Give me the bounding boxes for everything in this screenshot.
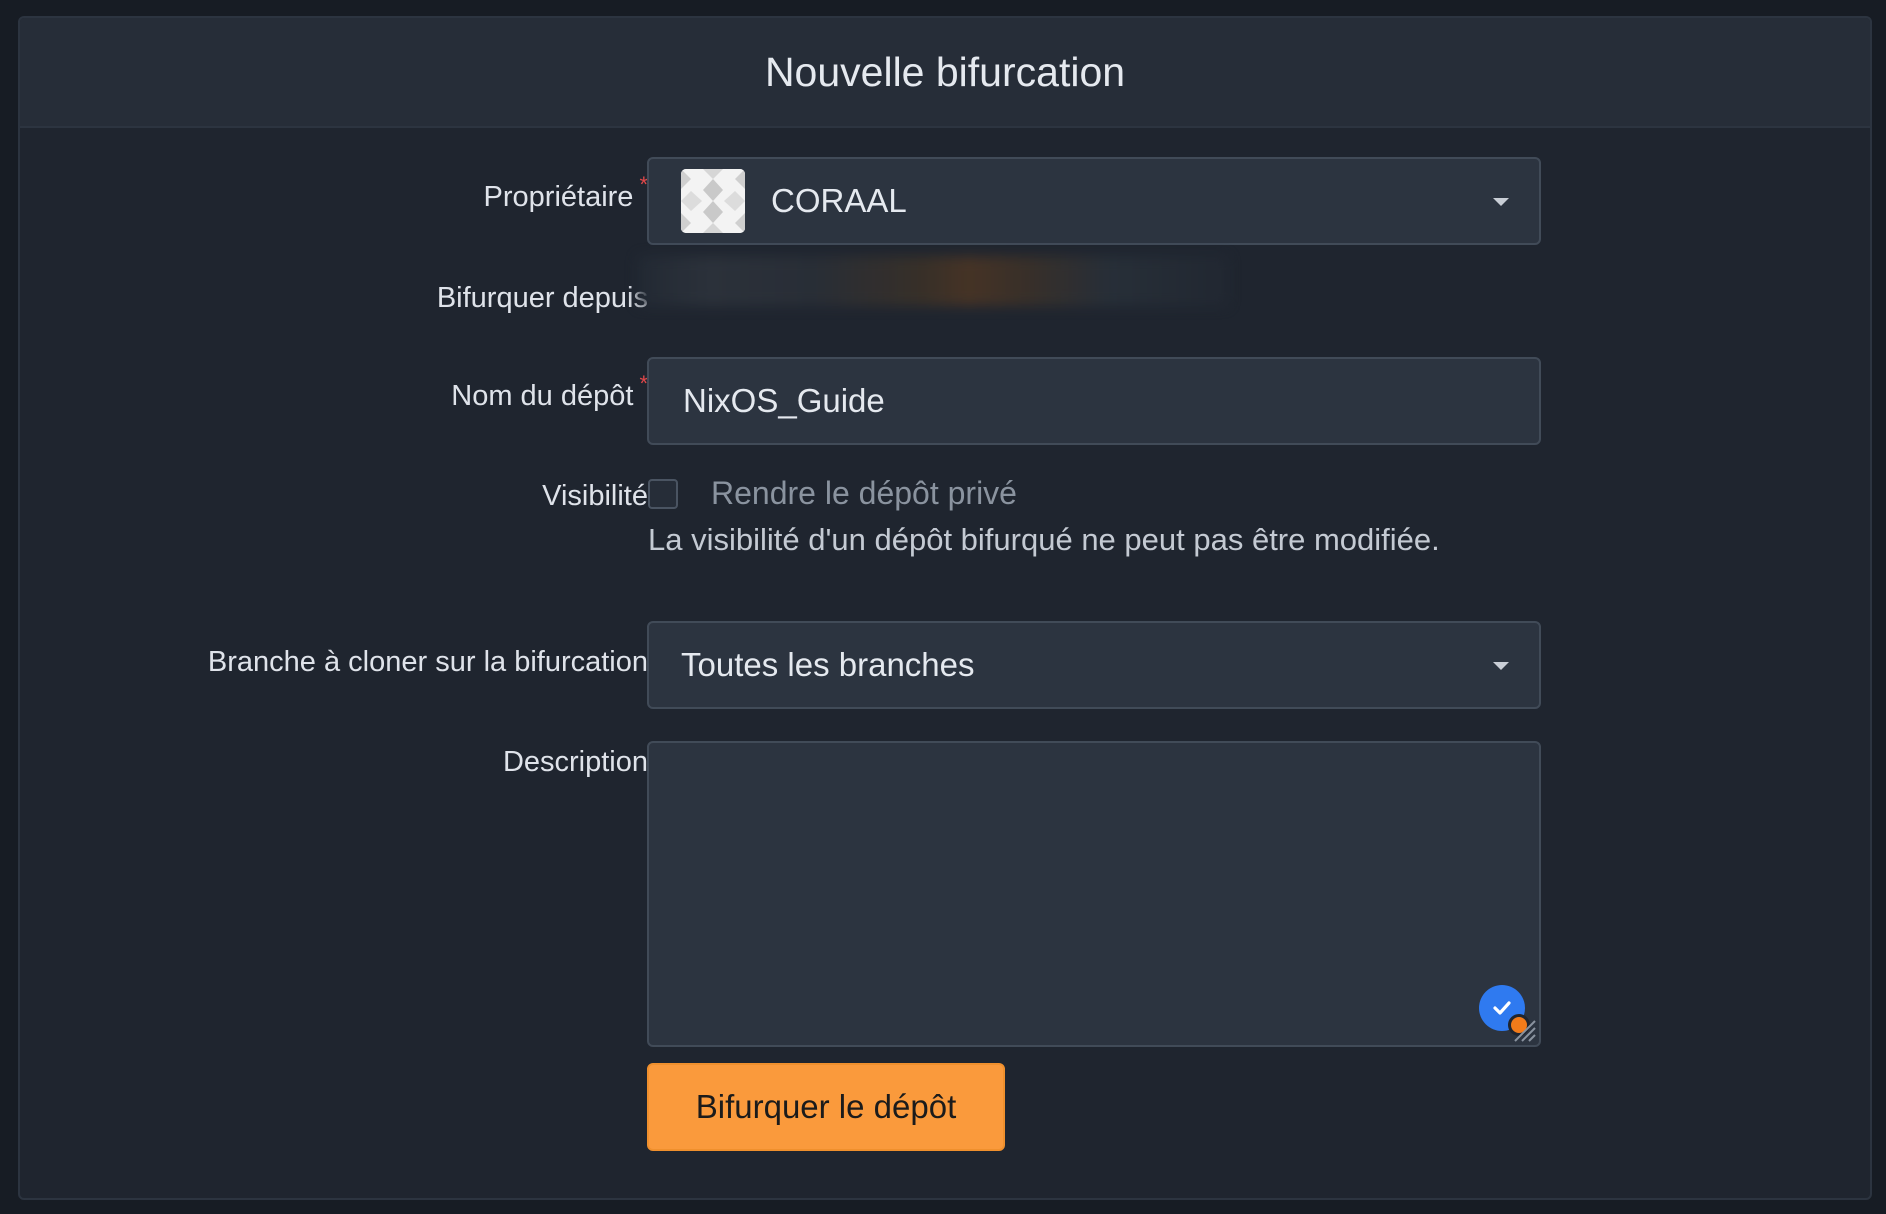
fork-source-redacted (638, 256, 1228, 306)
visibility-label: Visibilité (542, 480, 648, 512)
repo-name-input[interactable] (681, 381, 1505, 421)
branch-select[interactable]: Toutes les branches (647, 621, 1541, 709)
visibility-help-text: La visibilité d'un dépôt bifurqué ne peu… (648, 522, 1440, 557)
private-checkbox[interactable] (648, 479, 678, 509)
chevron-down-icon (1493, 662, 1509, 670)
chevron-down-icon (1493, 198, 1509, 206)
owner-selected-value: CORAAL (771, 182, 907, 219)
repo-name-label-text: Nom du dépôt (451, 380, 634, 412)
repo-name-field[interactable] (647, 357, 1541, 445)
repo-name-label: Nom du dépôt * (451, 371, 648, 413)
private-checkbox-label[interactable]: Rendre le dépôt privé (711, 475, 1017, 512)
owner-label-text: Propriétaire (483, 181, 634, 213)
page-title: Nouvelle bifurcation (764, 48, 1126, 95)
owner-select[interactable]: CORAAL (647, 157, 1541, 245)
description-label: Description (502, 746, 648, 778)
owner-label: Propriétaire * (483, 172, 648, 214)
resize-handle-icon[interactable] (1509, 1015, 1537, 1043)
branch-selected-value: Toutes les branches (681, 646, 975, 683)
owner-avatar (681, 169, 745, 233)
description-field[interactable] (647, 741, 1541, 1047)
description-textarea[interactable] (649, 743, 1539, 1045)
fork-from-label: Bifurquer depuis (436, 282, 648, 314)
branch-label: Branche à cloner sur la bifurcation (207, 646, 648, 678)
fork-repo-button[interactable]: Bifurquer le dépôt (647, 1063, 1005, 1151)
panel-header: Nouvelle bifurcation (20, 18, 1870, 128)
